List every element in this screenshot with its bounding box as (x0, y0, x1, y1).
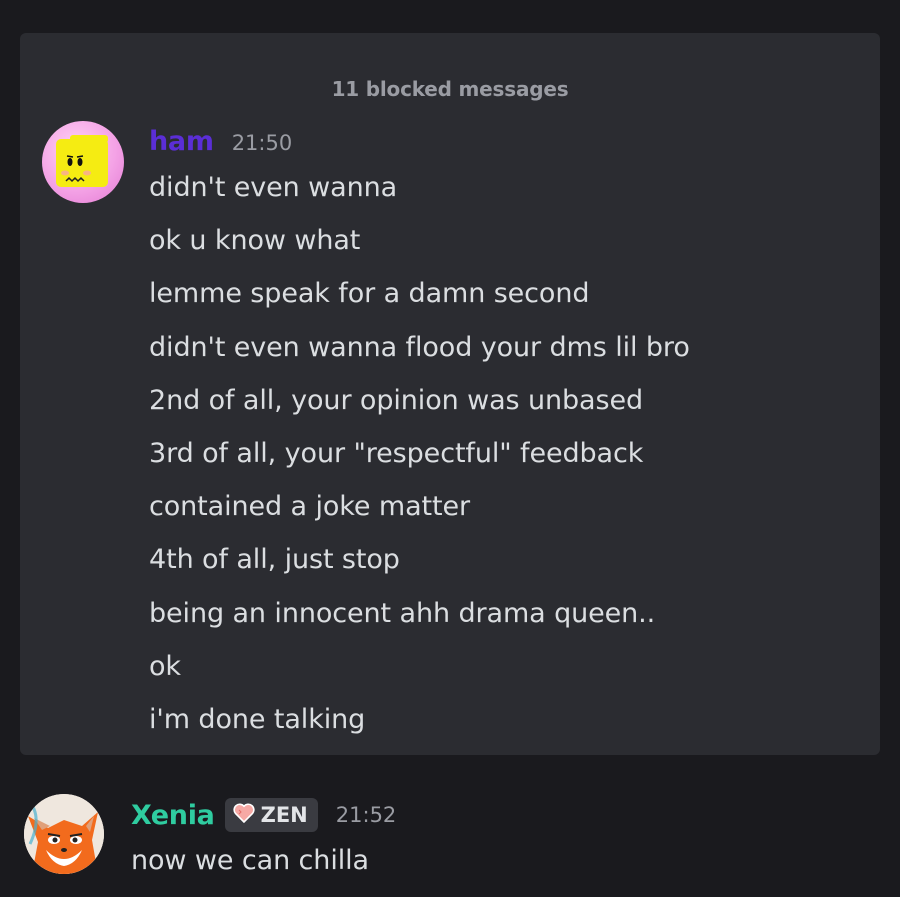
avatar-xenia[interactable] (24, 794, 104, 874)
message[interactable]: 2nd of all, your opinion was unbased (149, 380, 690, 433)
message[interactable]: 4th of all, just stop (149, 539, 690, 592)
message[interactable]: now we can chilla (131, 840, 369, 881)
guild-tag-badge[interactable]: ZEN (224, 798, 318, 832)
guild-tag-label: ZEN (260, 803, 308, 827)
message[interactable]: contained a joke matter (149, 486, 690, 539)
username-xenia[interactable]: Xenia (131, 800, 215, 831)
heart-icon (232, 803, 255, 828)
message[interactable]: lemme speak for a damn second (149, 273, 690, 326)
message[interactable]: i'm done talking (149, 699, 690, 752)
message-header-ham: ham 21:50 (149, 126, 292, 157)
fox-avatar-icon (24, 794, 104, 874)
message[interactable]: ok u know what (149, 220, 690, 273)
message-list-ham: didn't even wanna ok u know what lemme s… (149, 167, 690, 752)
timestamp-ham: 21:50 (231, 131, 293, 155)
avatar-ham[interactable] (42, 121, 124, 203)
message[interactable]: being an innocent ahh drama queen.. (149, 593, 690, 646)
username-ham[interactable]: ham (149, 126, 214, 157)
message[interactable]: 3rd of all, your "respectful" feedback (149, 433, 690, 486)
message[interactable]: didn't even wanna (149, 167, 690, 220)
noob-face-icon (56, 135, 108, 187)
message[interactable]: didn't even wanna flood your dms lil bro (149, 327, 690, 380)
message-header-xenia: Xenia ZEN 21:52 (131, 798, 396, 832)
message[interactable]: ok (149, 646, 690, 699)
blocked-messages-toggle[interactable]: 11 blocked messages (20, 77, 880, 101)
timestamp-xenia: 21:52 (335, 803, 397, 827)
